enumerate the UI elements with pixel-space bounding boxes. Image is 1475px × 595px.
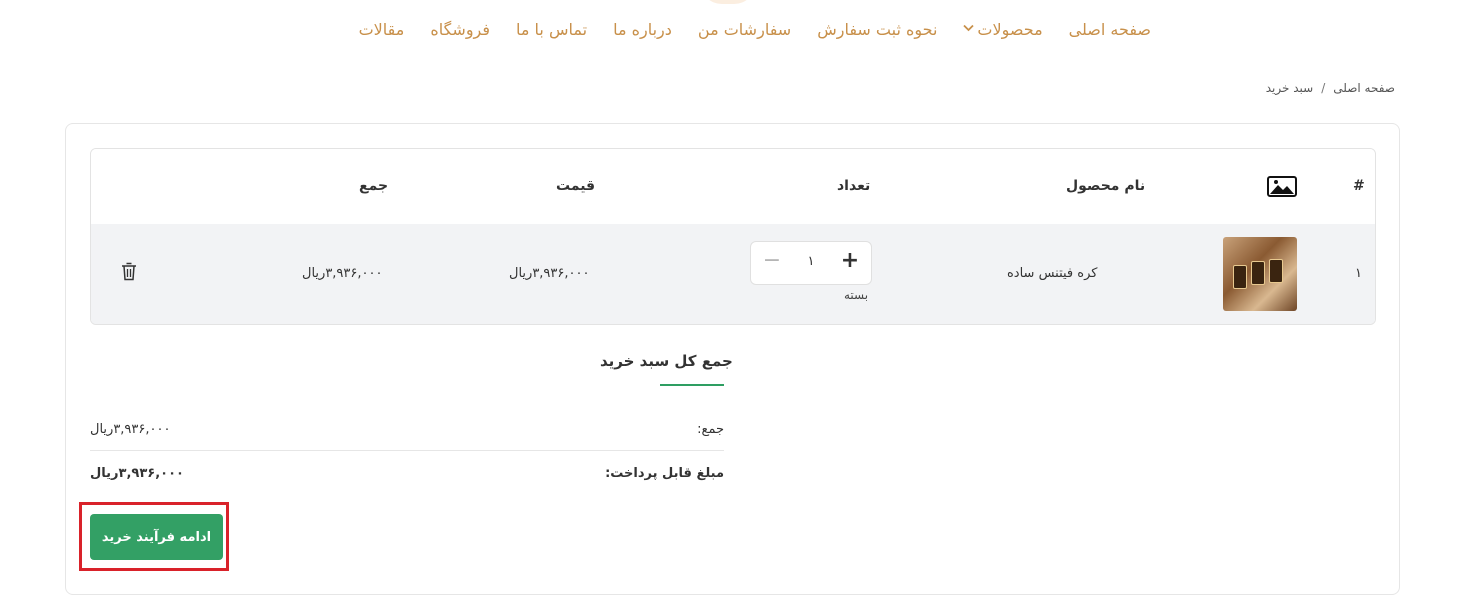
checkout-button[interactable]: ادامه فرآیند خرید	[90, 514, 223, 560]
decrease-button[interactable]: −	[761, 250, 783, 273]
image-icon	[1267, 176, 1297, 197]
logo-decoration	[700, 0, 756, 4]
cart-table: # نام محصول تعداد قیمت جمع ۱ کره فیتنس س…	[90, 148, 1376, 325]
product-image[interactable]	[1223, 237, 1297, 311]
nav-products-label: محصولات	[977, 20, 1043, 39]
header-product-name: نام محصول	[1066, 178, 1146, 194]
payable-label: مبلغ قابل پرداخت:	[605, 466, 724, 481]
nav-shop[interactable]: فروشگاه	[430, 20, 490, 39]
row-total: ۳,۹۳۶,۰۰۰ریال	[302, 266, 383, 281]
nav-products[interactable]: محصولات	[963, 20, 1043, 39]
trash-icon[interactable]	[121, 262, 137, 281]
table-header: # نام محصول تعداد قیمت جمع	[91, 149, 1375, 225]
cart-total-title: جمع کل سبد خرید	[600, 352, 733, 370]
nav-home[interactable]: صفحه اصلی	[1069, 20, 1151, 39]
jar-shape	[1269, 259, 1283, 283]
quantity-stepper: − ۱ +	[750, 241, 872, 285]
nav-articles[interactable]: مقالات	[359, 20, 405, 39]
row-price: ۳,۹۳۶,۰۰۰ریال	[509, 266, 590, 281]
header-price: قیمت	[556, 178, 596, 194]
breadcrumb-current: سبد خرید	[1265, 81, 1314, 95]
quantity-value[interactable]: ۱	[801, 254, 821, 269]
header-quantity: تعداد	[837, 178, 871, 194]
nav-my-orders[interactable]: سفارشات من	[698, 20, 791, 39]
breadcrumb-separator: /	[1321, 81, 1326, 95]
breadcrumb: صفحه اصلی / سبد خرید	[1266, 81, 1395, 95]
title-underline	[660, 384, 724, 386]
chevron-down-icon	[963, 24, 975, 35]
cart-card: # نام محصول تعداد قیمت جمع ۱ کره فیتنس س…	[65, 123, 1400, 595]
jar-shape	[1251, 261, 1265, 285]
nav-about[interactable]: درباره ما	[613, 20, 672, 39]
nav-contact[interactable]: تماس با ما	[516, 20, 587, 39]
payable-row: مبلغ قابل پرداخت: ۳,۹۳۶,۰۰۰ریال	[90, 454, 724, 494]
subtotal-row: جمع: ۳,۹۳۶,۰۰۰ریال	[90, 410, 724, 451]
payable-value: ۳,۹۳۶,۰۰۰ریال	[90, 466, 184, 481]
subtotal-label: جمع:	[697, 422, 724, 437]
header-total: جمع	[359, 178, 389, 194]
quantity-unit: بسته	[844, 288, 869, 302]
nav-how-to-order[interactable]: نحوه ثبت سفارش	[817, 20, 937, 39]
header-index: #	[1353, 178, 1365, 194]
jar-shape	[1233, 265, 1247, 289]
breadcrumb-home[interactable]: صفحه اصلی	[1333, 81, 1395, 95]
subtotal-value: ۳,۹۳۶,۰۰۰ریال	[90, 422, 171, 437]
product-name[interactable]: کره فیتنس ساده	[1007, 266, 1097, 281]
row-index: ۱	[1355, 266, 1362, 281]
table-row: ۱ کره فیتنس ساده − ۱ + بسته ۳,۹۳۶,۰۰۰ریا…	[91, 224, 1375, 324]
main-nav: صفحه اصلی محصولات نحوه ثبت سفارش سفارشات…	[359, 20, 1151, 39]
increase-button[interactable]: +	[839, 250, 861, 273]
